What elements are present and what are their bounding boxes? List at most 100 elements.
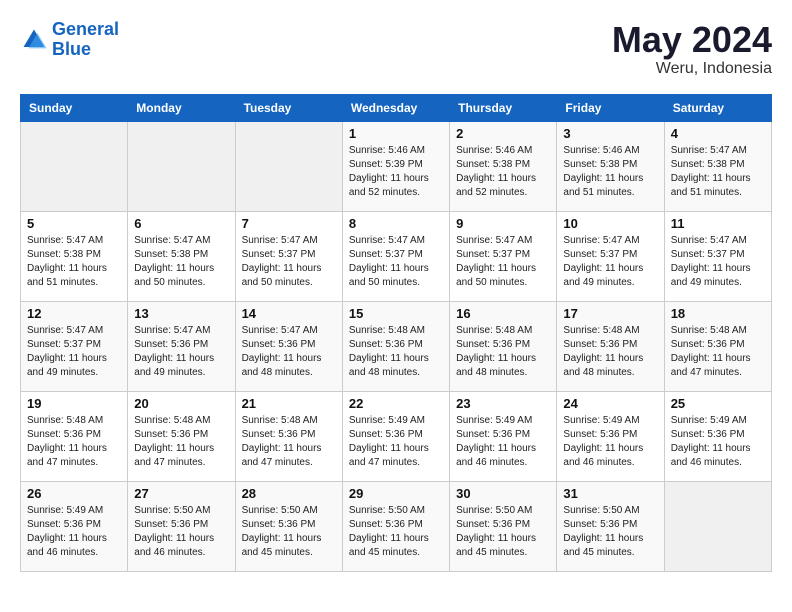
day-number: 22 — [349, 396, 443, 411]
logo: General Blue — [20, 20, 119, 60]
day-number: 11 — [671, 216, 765, 231]
logo-line1: General — [52, 19, 119, 39]
day-info: Sunrise: 5:50 AM Sunset: 5:36 PM Dayligh… — [456, 504, 550, 560]
day-number: 5 — [27, 216, 121, 231]
day-info: Sunrise: 5:49 AM Sunset: 5:36 PM Dayligh… — [671, 414, 765, 470]
calendar-cell: 4Sunrise: 5:47 AM Sunset: 5:38 PM Daylig… — [664, 121, 771, 211]
weekday-header-row: SundayMondayTuesdayWednesdayThursdayFrid… — [21, 94, 772, 121]
calendar-cell — [21, 121, 128, 211]
calendar-cell: 19 Sunrise: 5:48 AM Sunset: 5:36 PM Dayli… — [21, 391, 128, 481]
calendar-cell: 27 Sunrise: 5:50 AM Sunset: 5:36 PM Dayli… — [128, 481, 235, 571]
day-number: 27 — [134, 486, 228, 501]
weekday-header-cell: Friday — [557, 94, 664, 121]
day-info: Sunrise: 5:48 AM Sunset: 5:36 PM Dayligh… — [349, 324, 443, 380]
calendar-cell: 12Sunrise: 5:47 AM Sunset: 5:37 PM Dayli… — [21, 301, 128, 391]
calendar-table: SundayMondayTuesdayWednesdayThursdayFrid… — [20, 94, 772, 572]
calendar-cell: 24 Sunrise: 5:49 AM Sunset: 5:36 PM Dayli… — [557, 391, 664, 481]
calendar-cell: 2 Sunrise: 5:46 AM Sunset: 5:38 PM Daylig… — [450, 121, 557, 211]
day-number: 2 — [456, 126, 550, 141]
calendar-cell: 10 Sunrise: 5:47 AM Sunset: 5:37 PM Dayli… — [557, 211, 664, 301]
weekday-header-cell: Monday — [128, 94, 235, 121]
day-info: Sunrise: 5:49 AM Sunset: 5:36 PM Dayligh… — [563, 414, 657, 470]
weekday-header-cell: Sunday — [21, 94, 128, 121]
calendar-cell — [235, 121, 342, 211]
day-number: 14 — [242, 306, 336, 321]
day-info: Sunrise: 5:49 AM Sunset: 5:36 PM Dayligh… — [456, 414, 550, 470]
calendar-cell: 28 Sunrise: 5:50 AM Sunset: 5:36 PM Dayli… — [235, 481, 342, 571]
day-info: Sunrise: 5:50 AM Sunset: 5:36 PM Dayligh… — [134, 504, 228, 560]
day-info: Sunrise: 5:49 AM Sunset: 5:36 PM Dayligh… — [349, 414, 443, 470]
day-info: Sunrise: 5:48 AM Sunset: 5:36 PM Dayligh… — [456, 324, 550, 380]
day-info: Sunrise: 5:50 AM Sunset: 5:36 PM Dayligh… — [242, 504, 336, 560]
day-number: 7 — [242, 216, 336, 231]
day-info: Sunrise: 5:47 AM Sunset: 5:37 PM Dayligh… — [242, 234, 336, 290]
calendar-cell: 17Sunrise: 5:48 AM Sunset: 5:36 PM Dayli… — [557, 301, 664, 391]
day-number: 17 — [563, 306, 657, 321]
day-info: Sunrise: 5:47 AM Sunset: 5:36 PM Dayligh… — [134, 324, 228, 380]
calendar-cell: 22 Sunrise: 5:49 AM Sunset: 5:36 PM Dayli… — [342, 391, 449, 481]
day-number: 28 — [242, 486, 336, 501]
day-number: 21 — [242, 396, 336, 411]
calendar-cell: 8Sunrise: 5:47 AM Sunset: 5:37 PM Daylig… — [342, 211, 449, 301]
title-block: May 2024 Weru, Indonesia — [612, 20, 772, 78]
calendar-cell: 25Sunrise: 5:49 AM Sunset: 5:36 PM Dayli… — [664, 391, 771, 481]
weekday-header-cell: Wednesday — [342, 94, 449, 121]
page-header: General Blue May 2024 Weru, Indonesia — [20, 20, 772, 78]
day-number: 8 — [349, 216, 443, 231]
day-number: 13 — [134, 306, 228, 321]
day-info: Sunrise: 5:48 AM Sunset: 5:36 PM Dayligh… — [134, 414, 228, 470]
day-info: Sunrise: 5:50 AM Sunset: 5:36 PM Dayligh… — [349, 504, 443, 560]
day-number: 24 — [563, 396, 657, 411]
calendar-cell: 15 Sunrise: 5:48 AM Sunset: 5:36 PM Dayli… — [342, 301, 449, 391]
day-info: Sunrise: 5:48 AM Sunset: 5:36 PM Dayligh… — [27, 414, 121, 470]
day-info: Sunrise: 5:50 AM Sunset: 5:36 PM Dayligh… — [563, 504, 657, 560]
day-number: 4 — [671, 126, 765, 141]
day-number: 18 — [671, 306, 765, 321]
calendar-body: 1Sunrise: 5:46 AM Sunset: 5:39 PM Daylig… — [21, 121, 772, 571]
day-number: 23 — [456, 396, 550, 411]
weekday-header-cell: Saturday — [664, 94, 771, 121]
location: Weru, Indonesia — [612, 60, 772, 78]
calendar-cell: 6 Sunrise: 5:47 AM Sunset: 5:38 PM Daylig… — [128, 211, 235, 301]
day-number: 29 — [349, 486, 443, 501]
calendar-row: 12Sunrise: 5:47 AM Sunset: 5:37 PM Dayli… — [21, 301, 772, 391]
day-number: 1 — [349, 126, 443, 141]
calendar-cell: 31 Sunrise: 5:50 AM Sunset: 5:36 PM Dayli… — [557, 481, 664, 571]
day-info: Sunrise: 5:48 AM Sunset: 5:36 PM Dayligh… — [242, 414, 336, 470]
month-title: May 2024 — [612, 20, 772, 60]
calendar-cell — [664, 481, 771, 571]
day-number: 19 — [27, 396, 121, 411]
calendar-cell: 9Sunrise: 5:47 AM Sunset: 5:37 PM Daylig… — [450, 211, 557, 301]
calendar-cell: 14Sunrise: 5:47 AM Sunset: 5:36 PM Dayli… — [235, 301, 342, 391]
day-info: Sunrise: 5:47 AM Sunset: 5:37 PM Dayligh… — [563, 234, 657, 290]
calendar-row: 1Sunrise: 5:46 AM Sunset: 5:39 PM Daylig… — [21, 121, 772, 211]
day-info: Sunrise: 5:47 AM Sunset: 5:37 PM Dayligh… — [456, 234, 550, 290]
weekday-header-cell: Tuesday — [235, 94, 342, 121]
calendar-cell: 7 Sunrise: 5:47 AM Sunset: 5:37 PM Daylig… — [235, 211, 342, 301]
calendar-cell: 16Sunrise: 5:48 AM Sunset: 5:36 PM Dayli… — [450, 301, 557, 391]
logo-line2: Blue — [52, 39, 91, 59]
weekday-header-cell: Thursday — [450, 94, 557, 121]
day-info: Sunrise: 5:49 AM Sunset: 5:36 PM Dayligh… — [27, 504, 121, 560]
logo-icon — [20, 26, 48, 54]
calendar-row: 5 Sunrise: 5:47 AM Sunset: 5:38 PM Daylig… — [21, 211, 772, 301]
calendar-cell — [128, 121, 235, 211]
calendar-cell: 26Sunrise: 5:49 AM Sunset: 5:36 PM Dayli… — [21, 481, 128, 571]
calendar-cell: 29 Sunrise: 5:50 AM Sunset: 5:36 PM Dayli… — [342, 481, 449, 571]
day-number: 30 — [456, 486, 550, 501]
day-number: 10 — [563, 216, 657, 231]
calendar-cell: 18Sunrise: 5:48 AM Sunset: 5:36 PM Dayli… — [664, 301, 771, 391]
calendar-cell: 23 Sunrise: 5:49 AM Sunset: 5:36 PM Dayli… — [450, 391, 557, 481]
day-info: Sunrise: 5:47 AM Sunset: 5:38 PM Dayligh… — [134, 234, 228, 290]
calendar-cell: 3Sunrise: 5:46 AM Sunset: 5:38 PM Daylig… — [557, 121, 664, 211]
day-number: 31 — [563, 486, 657, 501]
day-info: Sunrise: 5:46 AM Sunset: 5:38 PM Dayligh… — [456, 144, 550, 200]
day-number: 15 — [349, 306, 443, 321]
calendar-cell: 30 Sunrise: 5:50 AM Sunset: 5:36 PM Dayli… — [450, 481, 557, 571]
calendar-cell: 5Sunrise: 5:47 AM Sunset: 5:38 PM Daylig… — [21, 211, 128, 301]
day-info: Sunrise: 5:46 AM Sunset: 5:38 PM Dayligh… — [563, 144, 657, 200]
calendar-row: 26Sunrise: 5:49 AM Sunset: 5:36 PM Dayli… — [21, 481, 772, 571]
calendar-cell: 11Sunrise: 5:47 AM Sunset: 5:37 PM Dayli… — [664, 211, 771, 301]
calendar-cell: 1Sunrise: 5:46 AM Sunset: 5:39 PM Daylig… — [342, 121, 449, 211]
day-number: 6 — [134, 216, 228, 231]
